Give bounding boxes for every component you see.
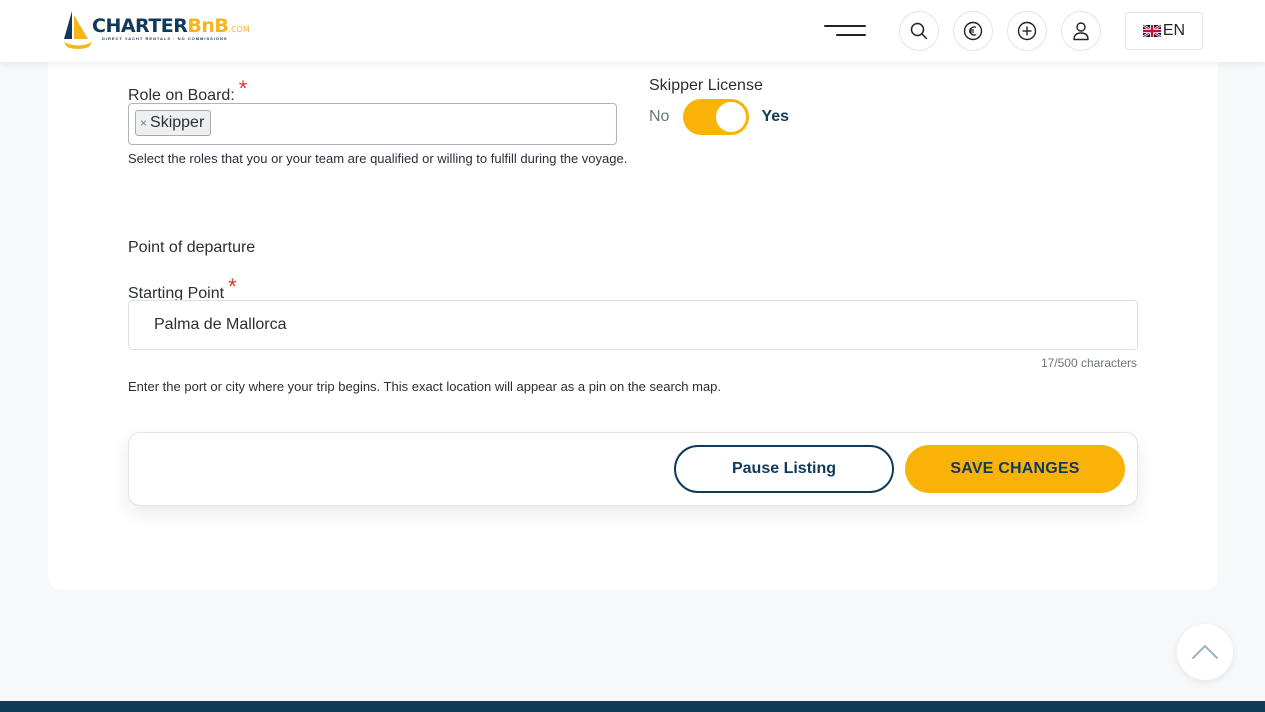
menu-icon[interactable]	[824, 23, 866, 39]
account-button[interactable]	[1061, 11, 1101, 51]
search-button[interactable]	[899, 11, 939, 51]
currency-button[interactable]	[953, 11, 993, 51]
search-icon	[910, 22, 928, 40]
euro-icon	[963, 21, 983, 41]
add-listing-button[interactable]	[1007, 11, 1047, 51]
form-action-bar: Pause Listing SAVE CHANGES	[128, 432, 1138, 506]
required-asterisk: *	[238, 76, 248, 101]
plus-circle-icon	[1017, 21, 1037, 41]
character-counter: 17/500 characters	[1040, 356, 1137, 370]
skipper-license-toggle-row: No Yes	[649, 99, 789, 135]
charterbnb-logo[interactable]: CHARTERBnB.COM DIRECT YACHT RENTALS · NO…	[62, 9, 252, 51]
top-navigation-bar: CHARTERBnB.COM DIRECT YACHT RENTALS · NO…	[0, 0, 1265, 62]
role-chip-label: Skipper	[150, 114, 205, 131]
point-of-departure-heading: Point of departure	[128, 239, 256, 256]
scroll-to-top-button[interactable]	[1177, 624, 1233, 680]
remove-chip-icon[interactable]: ×	[140, 116, 147, 130]
chevron-up-icon	[1192, 645, 1218, 659]
uk-flag-icon	[1142, 25, 1161, 37]
pause-listing-button[interactable]: Pause Listing	[674, 445, 894, 493]
sailboat-logo-icon	[64, 11, 92, 49]
role-chip-skipper: × Skipper	[135, 110, 212, 136]
toggle-off-label: No	[649, 108, 670, 125]
skipper-license-label: Skipper License	[649, 77, 763, 94]
user-icon	[1073, 22, 1089, 41]
language-selector[interactable]: EN	[1125, 12, 1203, 50]
role-on-board-select[interactable]: × Skipper	[128, 103, 617, 145]
save-changes-button[interactable]: SAVE CHANGES	[905, 445, 1125, 493]
toggle-on-label: Yes	[761, 108, 790, 125]
logo-wordmark: CHARTERBnB.COM	[92, 15, 250, 37]
skipper-license-toggle[interactable]	[683, 99, 750, 135]
language-label: EN	[1162, 22, 1186, 39]
starting-point-help-text: Enter the port or city where your trip b…	[128, 379, 722, 394]
logo-tagline: DIRECT YACHT RENTALS · NO COMMISSIONS	[102, 36, 228, 41]
toggle-knob	[716, 102, 747, 132]
required-asterisk: *	[228, 274, 237, 299]
role-help-text: Select the roles that you or your team a…	[128, 151, 628, 166]
starting-point-input[interactable]: Palma de Mallorca	[128, 300, 1138, 350]
footer-strip	[0, 701, 1265, 712]
